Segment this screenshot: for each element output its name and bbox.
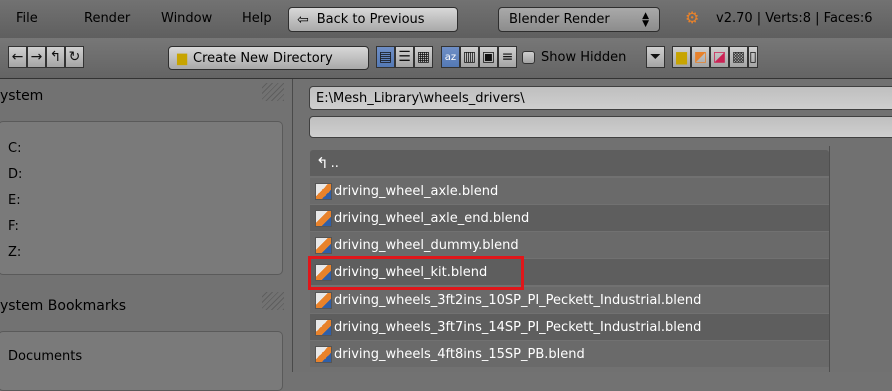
- forward-icon[interactable]: →: [27, 46, 46, 68]
- drive-c[interactable]: C:: [8, 141, 21, 156]
- thumbnails-icon[interactable]: ▦: [414, 46, 433, 68]
- menu-window[interactable]: Window: [161, 11, 212, 26]
- file-row[interactable]: driving_wheels_3ft7ins_14SP_PI_Peckett_I…: [310, 314, 829, 340]
- drive-e[interactable]: E:: [8, 193, 21, 208]
- updown-chevron-icon: ▲ ▼: [642, 10, 649, 29]
- blender-logo-icon: ⚙: [685, 8, 700, 27]
- blend-file-icon: [315, 209, 332, 227]
- sort-extension-icon[interactable]: ▥: [460, 46, 479, 68]
- menu-help[interactable]: Help: [242, 11, 272, 26]
- drive-f[interactable]: F:: [8, 219, 19, 234]
- blend-filter-icon[interactable]: ◩: [691, 46, 710, 68]
- long-list-icon[interactable]: ☰: [395, 46, 414, 68]
- scene-stats: v2.70 | Verts:8 | Faces:6: [716, 11, 873, 26]
- file-row[interactable]: driving_wheels_3ft2ins_10SP_PI_Peckett_I…: [310, 287, 829, 313]
- system-panel-title[interactable]: ystem: [0, 88, 43, 104]
- sort-mode-group: az ▥ ▣ ≡: [441, 46, 517, 68]
- backup-filter-icon[interactable]: ◪: [710, 46, 729, 68]
- parent-directory-icon[interactable]: ↰: [46, 46, 65, 68]
- blend-file-icon: [315, 291, 332, 309]
- file-name: driving_wheels_3ft2ins_10SP_PI_Peckett_I…: [334, 292, 702, 308]
- file-name: driving_wheels_3ft7ins_14SP_PI_Peckett_I…: [334, 319, 702, 335]
- directory-path-value: E:\Mesh_Library\wheels_drivers\: [316, 91, 525, 106]
- short-list-icon[interactable]: ▤: [376, 46, 395, 68]
- display-mode-group: ▤ ☰ ▦: [376, 46, 433, 68]
- filter-icon[interactable]: ⏷: [646, 46, 665, 68]
- bookmarks-panel-title[interactable]: ystem Bookmarks: [0, 298, 126, 314]
- file-name: driving_wheel_dummy.blend: [334, 237, 519, 253]
- panel-drag-handle-icon[interactable]: [262, 83, 284, 101]
- image-filter-icon[interactable]: ▩: [729, 46, 748, 68]
- file-row[interactable]: driving_wheel_dummy.blend: [310, 232, 829, 258]
- file-name: driving_wheel_axle.blend: [334, 183, 499, 199]
- blend-file-icon: [315, 236, 332, 254]
- drive-d[interactable]: D:: [8, 167, 22, 182]
- refresh-icon[interactable]: ↻: [65, 46, 84, 68]
- file-row[interactable]: driving_wheel_axle.blend: [310, 178, 829, 204]
- show-hidden-label: Show Hidden: [541, 50, 627, 65]
- filename-field[interactable]: [309, 116, 892, 138]
- menu-file[interactable]: File: [16, 11, 38, 26]
- parent-arrow-icon: ↰: [316, 154, 329, 172]
- movie-filter-icon[interactable]: ▯: [748, 46, 758, 68]
- back-to-previous-button[interactable]: ⇦ Back to Previous: [288, 7, 458, 32]
- sort-time-icon[interactable]: ▣: [479, 46, 498, 68]
- sort-alpha-icon[interactable]: az: [441, 46, 460, 68]
- render-engine-label: Blender Render: [509, 12, 610, 27]
- filter-type-group: ▆ ◩ ◪ ▩ ▯: [672, 46, 758, 68]
- folder-filter-icon[interactable]: ▆: [672, 46, 691, 68]
- file-name: driving_wheel_axle_end.blend: [334, 210, 530, 226]
- drive-z[interactable]: Z:: [8, 245, 21, 260]
- parent-directory-row[interactable]: ↰ ..: [310, 150, 829, 176]
- blend-file-icon: [315, 182, 332, 200]
- show-hidden-checkbox[interactable]: [522, 51, 535, 64]
- blend-file-icon: [315, 345, 332, 363]
- create-new-directory-button[interactable]: ▆ Create New Directory: [168, 46, 369, 70]
- render-engine-select[interactable]: Blender Render ▲ ▼: [498, 7, 660, 32]
- file-row[interactable]: driving_wheel_axle_end.blend: [310, 205, 829, 231]
- blend-file-icon: [315, 318, 332, 336]
- file-browser-header: ← → ↰ ↻ ▆ Create New Directory ▤ ☰ ▦ az …: [0, 38, 892, 79]
- column-separator: [829, 146, 830, 372]
- menu-render[interactable]: Render: [84, 11, 130, 26]
- sort-size-icon[interactable]: ≡: [498, 46, 517, 68]
- parent-directory-label: ..: [330, 155, 339, 171]
- highlight-annotation-box: [308, 256, 524, 290]
- bookmarks-drag-handle-icon[interactable]: [262, 292, 284, 310]
- create-new-directory-label: Create New Directory: [193, 50, 333, 66]
- file-row[interactable]: driving_wheels_4ft8ins_15SP_PB.blend: [310, 341, 829, 367]
- back-icon[interactable]: ←: [8, 46, 27, 68]
- folder-new-icon: ▆: [177, 50, 187, 66]
- back-to-previous-label: Back to Previous: [316, 12, 425, 27]
- nav-button-group: ← → ↰ ↻: [8, 46, 84, 68]
- file-name: driving_wheels_4ft8ins_15SP_PB.blend: [334, 346, 585, 362]
- back-arrow-icon: ⇦: [297, 11, 309, 28]
- bookmark-documents[interactable]: Documents: [8, 349, 82, 364]
- top-menu-bar: File Render Window Help ⇦ Back to Previo…: [0, 0, 892, 39]
- system-drives-list: [0, 121, 283, 275]
